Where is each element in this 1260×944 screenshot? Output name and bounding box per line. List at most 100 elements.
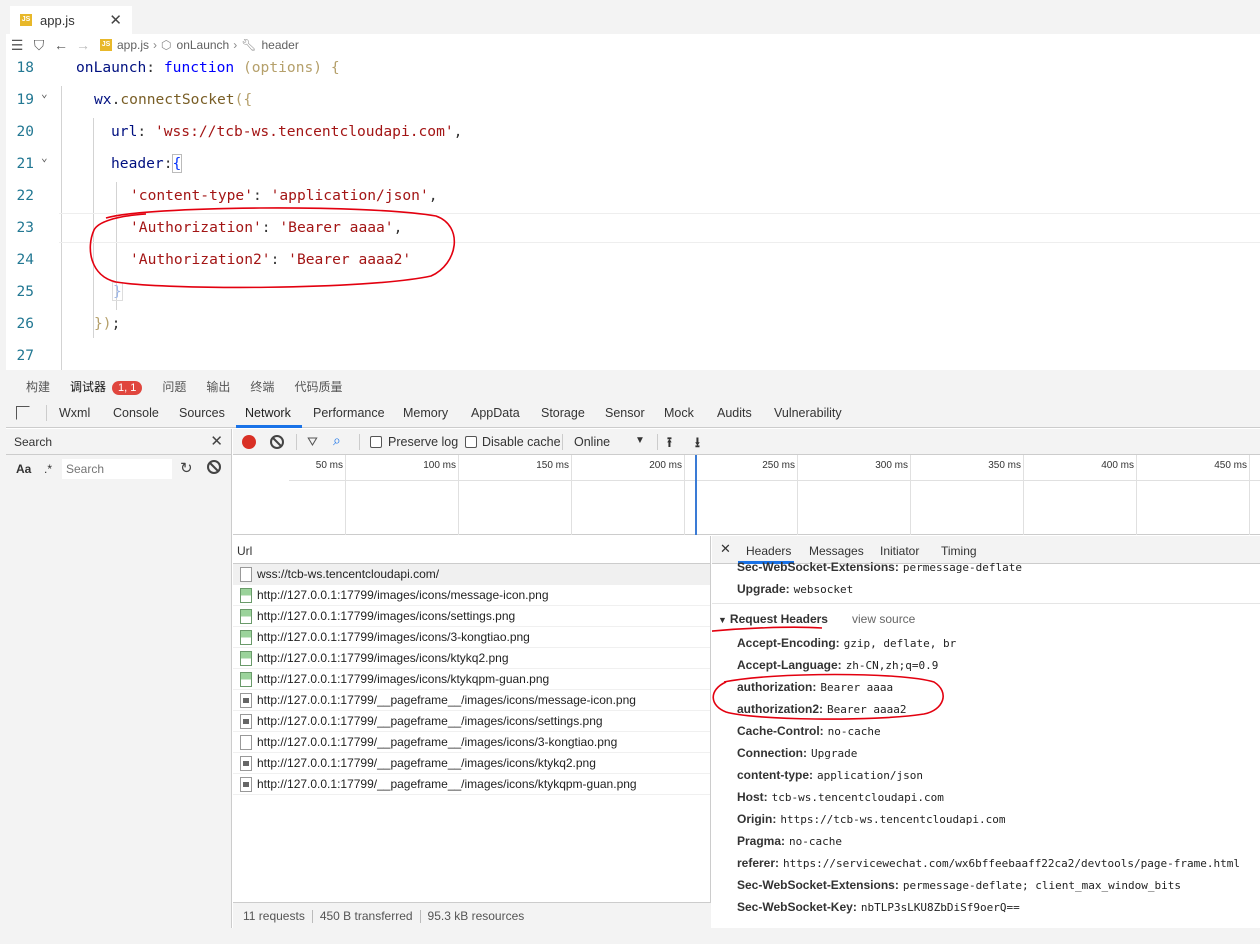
header-row: Host: tcb-ws.tencentcloudapi.com: [737, 790, 944, 804]
tab-vulnerability[interactable]: Vulnerability: [774, 406, 842, 420]
tab-debugger[interactable]: 调试器 1, 1: [70, 378, 143, 395]
header-row: Sec-WebSocket-Key: nbTLP3sLKU8ZbDiSf9oerQ…: [737, 900, 1020, 914]
record-button[interactable]: [242, 435, 256, 449]
tab-appdata[interactable]: AppData: [471, 406, 520, 420]
timeline-tick: 350 ms: [988, 460, 1021, 471]
breadcrumb-function[interactable]: ⬡ onLaunch: [161, 38, 229, 52]
fold-chevron-icon[interactable]: ⌄: [41, 87, 48, 100]
tab-headers[interactable]: Headers: [746, 544, 791, 558]
import-har-icon[interactable]: ⭱: [667, 432, 672, 456]
bookmark-icon[interactable]: ⛉: [28, 37, 50, 54]
editor-tab-bar: JS app.js ✕: [6, 6, 1260, 34]
preserve-log-label: Preserve log: [388, 435, 459, 449]
tab-sensor[interactable]: Sensor: [605, 406, 645, 420]
js-file-icon: JS: [20, 14, 32, 26]
refresh-icon[interactable]: ↻: [180, 459, 193, 477]
request-count: 11 requests: [243, 909, 305, 923]
table-row[interactable]: http://127.0.0.1:17799/__pageframe__/ima…: [233, 690, 710, 711]
filter-icon[interactable]: ⛛: [307, 434, 318, 450]
timeline-tick: 100 ms: [423, 460, 456, 471]
image-icon: [240, 651, 252, 666]
tab-sources[interactable]: Sources: [179, 406, 225, 420]
code-line: 21 ⌄ header:{: [16, 151, 183, 173]
url-column-header[interactable]: Url: [233, 536, 710, 564]
timeline-tick: 250 ms: [762, 460, 795, 471]
export-har-icon[interactable]: ⭳: [695, 432, 700, 456]
fold-chevron-icon[interactable]: ⌄: [41, 151, 48, 164]
search-pane: Search ✕ Aa .* ↻: [6, 429, 232, 928]
tab-terminal[interactable]: 终端: [250, 378, 274, 395]
tab-audits[interactable]: Audits: [717, 406, 752, 420]
tab-code-quality[interactable]: 代码质量: [294, 378, 342, 395]
table-row[interactable]: http://127.0.0.1:17799/__pageframe__/ima…: [233, 732, 710, 753]
breadcrumb-property[interactable]: 🔧︎ header: [241, 38, 299, 52]
table-row[interactable]: http://127.0.0.1:17799/__pageframe__/ima…: [233, 753, 710, 774]
tab-initiator[interactable]: Initiator: [880, 544, 919, 558]
header-row: referer: https://servicewechat.com/wx6bff…: [737, 856, 1240, 870]
tab-mock[interactable]: Mock: [664, 406, 694, 420]
devtools-panel: 构建 调试器 1, 1 问题 输出 终端 代码质量 Wxml Console So…: [6, 372, 1260, 928]
tab-storage[interactable]: Storage: [541, 406, 585, 420]
table-row[interactable]: http://127.0.0.1:17799/images/icons/3-ko…: [233, 627, 710, 648]
timeline-tick: 300 ms: [875, 460, 908, 471]
disable-cache-label: Disable cache: [482, 435, 561, 449]
search-row: Aa .* ↻: [6, 455, 231, 483]
tab-build[interactable]: 构建: [26, 378, 50, 395]
search-input[interactable]: [62, 459, 172, 479]
timeline-tick: 400 ms: [1101, 460, 1134, 471]
dropdown-caret-icon[interactable]: ▼: [635, 435, 645, 446]
throttle-select[interactable]: Online: [574, 435, 610, 449]
list-icon[interactable]: ☰: [6, 37, 28, 54]
close-icon[interactable]: ✕: [210, 432, 223, 450]
panel-tabs: 构建 调试器 1, 1 问题 输出 终端 代码质量: [6, 372, 1260, 400]
back-arrow-icon[interactable]: ←: [50, 37, 72, 53]
search-icon[interactable]: ⌕: [333, 432, 341, 449]
table-row[interactable]: http://127.0.0.1:17799/images/icons/sett…: [233, 606, 710, 627]
match-case-toggle[interactable]: Aa: [16, 462, 31, 476]
tab-output[interactable]: 输出: [206, 378, 230, 395]
editor-tab-app-js[interactable]: JS app.js ✕: [10, 6, 132, 34]
timeline-tick: 200 ms: [649, 460, 682, 471]
forward-arrow-icon[interactable]: →: [72, 37, 94, 53]
regex-toggle[interactable]: .*: [44, 462, 52, 476]
header-row: Upgrade: websocket: [737, 582, 854, 596]
tab-console[interactable]: Console: [113, 406, 159, 420]
network-timeline[interactable]: 50 ms 100 ms 150 ms 200 ms 250 ms 300 ms…: [233, 455, 1260, 535]
tab-messages[interactable]: Messages: [809, 544, 864, 558]
code-editor[interactable]: JS app.js ✕ ☰ ⛉ ← → JS app.js › ⬡ onLaun…: [6, 6, 1260, 370]
table-row[interactable]: http://127.0.0.1:17799/images/icons/ktyk…: [233, 669, 710, 690]
tab-network[interactable]: Network: [245, 406, 291, 420]
tab-memory[interactable]: Memory: [403, 406, 448, 420]
active-tab-indicator: [236, 425, 302, 428]
table-row[interactable]: http://127.0.0.1:17799/images/icons/ktyk…: [233, 648, 710, 669]
devtools-tabs: Wxml Console Sources Network Performance…: [6, 400, 1260, 428]
table-row[interactable]: http://127.0.0.1:17799/__pageframe__/ima…: [233, 774, 710, 795]
header-row: content-type: application/json: [737, 768, 923, 782]
annotation-underline-and-circle: [712, 626, 944, 720]
close-icon[interactable]: ✕: [720, 541, 731, 557]
clear-search-icon[interactable]: [207, 460, 221, 474]
table-row[interactable]: wss://tcb-ws.tencentcloudapi.com/: [233, 564, 710, 585]
close-icon[interactable]: ✕: [109, 11, 122, 29]
code-area[interactable]: 18 onLaunch: function (options) { 19 ⌄ w…: [6, 56, 1260, 370]
image-icon: [240, 630, 252, 645]
tab-timing[interactable]: Timing: [941, 544, 977, 558]
preserve-log-checkbox[interactable]: [370, 436, 382, 448]
tab-performance[interactable]: Performance: [313, 406, 385, 420]
image-thumb-icon: [240, 756, 252, 771]
debugger-badge: 1, 1: [112, 380, 143, 395]
disable-cache-checkbox[interactable]: [465, 436, 477, 448]
tab-problems[interactable]: 问题: [162, 378, 186, 395]
code-line: 19 ⌄ wx.connectSocket({: [16, 87, 253, 108]
tab-wxml[interactable]: Wxml: [59, 406, 90, 420]
inspect-element-icon[interactable]: [16, 406, 30, 420]
table-row[interactable]: http://127.0.0.1:17799/images/icons/mess…: [233, 585, 710, 606]
transferred-size: 450 B transferred: [319, 909, 413, 923]
timeline-tick: 450 ms: [1214, 460, 1247, 471]
wrench-icon: 🔧︎: [241, 38, 257, 52]
breadcrumb-file[interactable]: JS app.js: [100, 38, 149, 52]
window-bottom-edge: [0, 928, 1260, 944]
table-row[interactable]: http://127.0.0.1:17799/__pageframe__/ima…: [233, 711, 710, 732]
clear-icon[interactable]: [270, 435, 284, 449]
header-row: Connection: Upgrade: [737, 746, 858, 760]
